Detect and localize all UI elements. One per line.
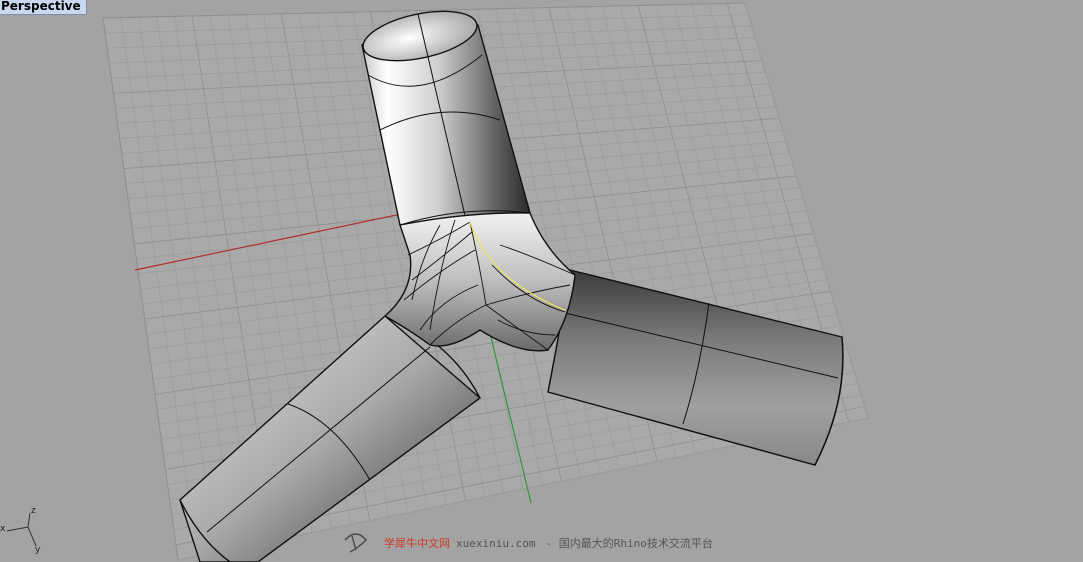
viewport-canvas[interactable]	[0, 0, 1083, 562]
watermark-logo-icon	[344, 533, 367, 553]
watermark-slogan: - 国内最大的Rhino技术交流平台	[545, 537, 713, 550]
axis-x-label: x	[0, 524, 6, 534]
watermark-site: xuexiniu.com	[456, 537, 536, 550]
world-axis-icon	[6, 512, 37, 547]
perspective-viewport[interactable]: Perspective z x y 学犀牛中文网 xuexiniu.com - 国内…	[0, 0, 1083, 562]
viewport-title-tab[interactable]: Perspective	[0, 0, 87, 15]
watermark: 学犀牛中文网 xuexiniu.com - 国内最大的Rhino技术交流平台	[384, 535, 713, 551]
axis-z-label: z	[31, 506, 36, 516]
axis-y-label: y	[35, 545, 41, 555]
watermark-brand: 学犀牛中文网	[384, 537, 450, 550]
